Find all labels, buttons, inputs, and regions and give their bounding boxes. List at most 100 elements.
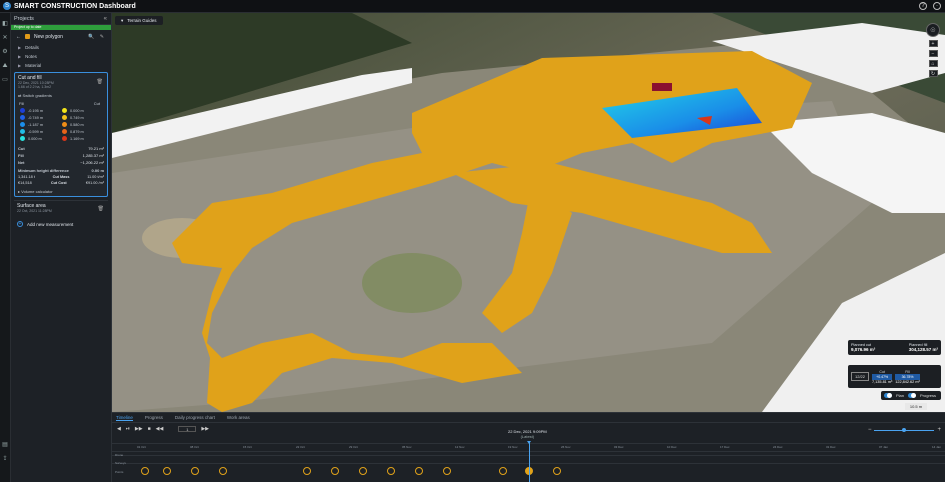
volume-key: Fill	[18, 153, 24, 158]
min-height-row: Minimum height difference 0.00 m	[18, 168, 104, 173]
rotate-icon[interactable]: ↻	[928, 70, 938, 77]
zoom-out-icon[interactable]: −	[868, 427, 872, 433]
settings-icon[interactable]: ⚙	[2, 49, 8, 55]
ruler-tick-label: 07 Jan	[879, 445, 889, 449]
volume-calc-label: Volume calculator	[21, 189, 53, 194]
gradient-swatch	[20, 136, 25, 141]
gradient-label: 0.749 m	[70, 115, 84, 120]
volume-row: Cut 79.21 m³	[18, 145, 104, 152]
section-details[interactable]: ▶ Details	[11, 43, 111, 52]
plan-toggle[interactable]	[884, 393, 892, 398]
timeline-marker[interactable]	[415, 467, 423, 475]
volume-row: Fill 1,285.37 m³	[18, 152, 104, 159]
planned-volumes-box: Planned cut 9,076.96 m³ Planned fill 304,1…	[848, 340, 941, 355]
plan-label: Plan	[896, 393, 905, 398]
gradient-item: 0.580 m	[62, 122, 104, 127]
gradient-item: -0.195 m	[20, 108, 62, 113]
min-height-value: 0.00 m	[91, 168, 104, 173]
timeline-marker[interactable]	[303, 467, 311, 475]
zoom-out-button[interactable]: −	[928, 50, 938, 57]
trash-icon[interactable]: 🗑	[97, 79, 103, 85]
deep-fill-spot	[652, 83, 672, 91]
play-pause-icon[interactable]: ⏯	[126, 426, 130, 432]
home-icon[interactable]: ⌂	[928, 60, 938, 67]
gradient-swatch	[20, 122, 25, 127]
zoom-in-button[interactable]: +	[928, 40, 938, 47]
folder-icon[interactable]: ▭	[2, 77, 8, 83]
layers-icon[interactable]: ◧	[2, 21, 8, 27]
progress-toggle[interactable]	[908, 393, 917, 398]
timeline-panel: Timeline Progress Daily progress chart Work…	[112, 412, 945, 482]
export-icon[interactable]: ⇪	[2, 456, 8, 462]
tab-work-areas[interactable]: Work areas	[227, 415, 250, 420]
add-measurement-button[interactable]: + Add new measurement	[17, 221, 111, 227]
tab-daily-progress-chart[interactable]: Daily progress chart	[175, 415, 215, 420]
map-viewport[interactable]: ▾ Terrain Guides ☉ + − ⌂ ↻ Planned cut 9,…	[112, 13, 945, 412]
summary-date[interactable]: 12/22	[851, 372, 870, 381]
timeline-marker[interactable]	[163, 467, 171, 475]
chevron-right-icon: ▶	[18, 45, 22, 50]
gradient-label: 0.879 m	[70, 129, 84, 134]
timeline-marker[interactable]	[141, 467, 149, 475]
switch-gradients[interactable]: ⇄ Switch gradients	[18, 93, 104, 98]
gradient-item: 0.879 m	[62, 129, 104, 134]
sidebar-panel: Projects « Project up to date ← New poly…	[11, 13, 112, 482]
site-map[interactable]	[112, 13, 945, 412]
fast-forward-icon[interactable]: ▶▶	[135, 426, 143, 432]
zoom-in-icon[interactable]: +	[937, 427, 941, 433]
map-nav: ☉ + − ⌂ ↻	[925, 23, 941, 77]
timeline-marker[interactable]	[553, 467, 561, 475]
timeline-marker[interactable]	[443, 467, 451, 475]
ruler-tick-label: 05 Nov	[402, 445, 412, 449]
zoom-slider[interactable]	[874, 427, 935, 432]
tab-progress[interactable]: Progress	[145, 415, 163, 420]
back-icon[interactable]: ←	[16, 34, 21, 40]
prev-icon[interactable]: ◀	[117, 426, 121, 432]
user-avatar[interactable]: ·	[933, 2, 941, 10]
polygon-tools-icon[interactable]: 🔍 ✎	[88, 34, 106, 40]
sidebar-header: Projects «	[11, 13, 111, 25]
zoom-knob[interactable]	[902, 427, 907, 432]
polygon-row[interactable]: ← New polygon 🔍 ✎	[11, 30, 111, 43]
section-material[interactable]: ▶ Material	[11, 61, 111, 70]
timeline-playhead[interactable]	[527, 441, 531, 482]
timeline-marker[interactable]	[191, 467, 199, 475]
gradient-swatch	[62, 108, 67, 113]
trash-icon[interactable]: 🗑	[98, 206, 104, 212]
cost-row-1: 1,341.18 t Cut Mass 11.00 t/m³	[18, 175, 104, 179]
compass-icon[interactable]: ☉	[926, 23, 940, 37]
timeline-marker[interactable]	[387, 467, 395, 475]
collapse-icon[interactable]: «	[104, 16, 107, 22]
ruler-tick-label: 22 Oct	[296, 445, 305, 449]
volume-calculator[interactable]: ▸ Volume calculator	[18, 189, 104, 194]
timeline-marker[interactable]	[331, 467, 339, 475]
timeline-marker[interactable]	[219, 467, 227, 475]
stop-icon[interactable]: ■	[148, 426, 151, 432]
document-icon[interactable]: ▤	[2, 442, 8, 448]
current-date: 22 Dec, 2021 9:09PM (Latest)	[508, 429, 547, 439]
gradient-item: -1.187 m	[20, 122, 62, 127]
surface-date: 22 Oct, 2021 11:28PM	[17, 209, 52, 213]
planned-cut-value: 9,076.96 m³	[851, 347, 876, 352]
volume-value: 1,285.37 m³	[82, 153, 104, 158]
cut-mass-value[interactable]: 11.00 t/m³	[87, 175, 104, 179]
timeline-marker[interactable]	[359, 467, 367, 475]
cut-fill-card[interactable]: Cut and fill 22 Dec, 2021 10:28PM 1.66 o…	[14, 72, 108, 197]
skip-end-icon[interactable]: ▶▶	[201, 426, 209, 432]
surface-area-item[interactable]: Surface area 22 Oct, 2021 11:28PM 🗑	[14, 200, 108, 215]
timeline-tabs: Timeline Progress Daily progress chart Work…	[112, 413, 945, 423]
help-icon[interactable]: ?	[919, 2, 927, 10]
measure-icon[interactable]: ✕	[2, 35, 8, 41]
terrain-guides-button[interactable]: ▾ Terrain Guides	[115, 16, 163, 25]
terrain-icon[interactable]: ⛰	[2, 63, 8, 69]
gradient-item: 0.000 m	[62, 108, 104, 113]
section-notes[interactable]: ▶ Notes	[11, 52, 111, 61]
tab-timeline[interactable]: Timeline	[116, 415, 133, 421]
gradient-label: -1.187 m	[28, 122, 43, 127]
progress-label: Progress	[920, 393, 937, 398]
rewind-icon[interactable]: ◀◀	[156, 426, 164, 432]
timeline-marker[interactable]	[499, 467, 507, 475]
ruler-tick-label: 26 Nov	[561, 445, 571, 449]
frame-input[interactable]: 1	[178, 426, 197, 432]
cut-cost-value[interactable]: €91.00 /m³	[86, 181, 104, 185]
